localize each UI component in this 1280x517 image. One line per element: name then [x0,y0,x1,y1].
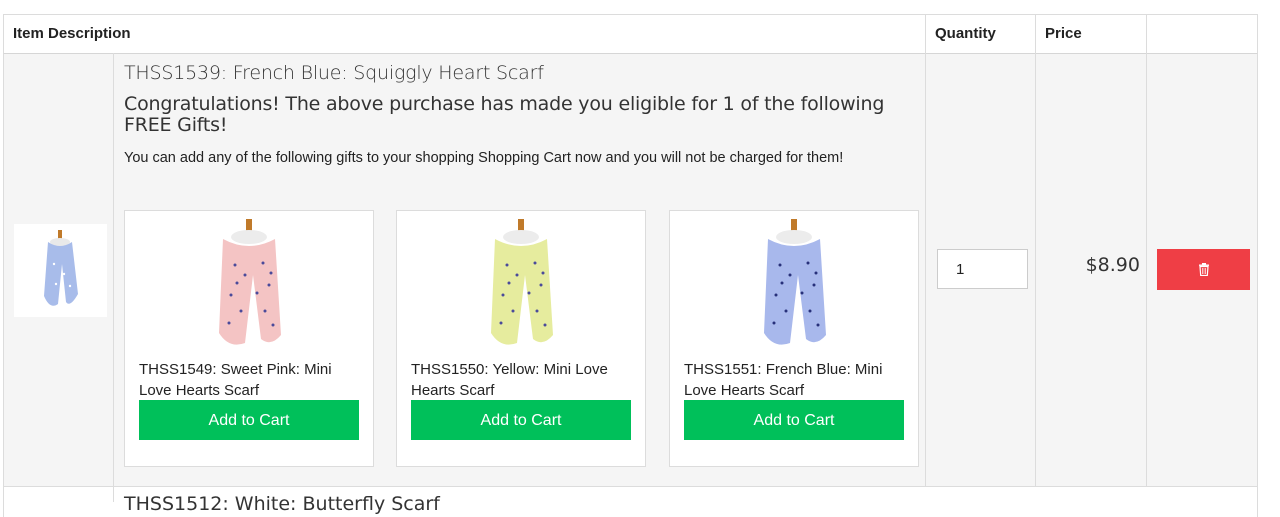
column-divider [113,53,114,487]
gift-card: THSS1550: Yellow: Mini Love Hearts Scarf… [396,210,646,467]
header-quantity: Quantity [935,25,996,42]
trash-icon [1198,263,1209,276]
header-item-description: Item Description [13,25,131,42]
quantity-input[interactable] [937,249,1028,289]
free-gift-note: You can add any of the following gifts t… [124,150,844,166]
column-divider [1035,14,1036,502]
gift-card: THSS1551: French Blue: Mini Love Hearts … [669,210,919,467]
item-title: THSS1512: White: Butterfly Scarf [124,493,440,515]
free-gift-message: Congratulations! The above purchase has … [124,93,885,136]
gift-card: THSS1549: Sweet Pink: Mini Love Hearts S… [124,210,374,467]
column-divider [925,14,926,502]
scarf-thumbnail[interactable] [14,224,107,317]
gift-scarf-image [455,215,587,347]
gift-scarf-image [183,215,315,347]
cart-table-header: Item Description Quantity Price [3,14,1258,55]
gift-scarf-image [728,215,860,347]
gift-name: THSS1551: French Blue: Mini Love Hearts … [684,361,883,399]
item-title: THSS1539: French Blue: Squiggly Heart Sc… [124,62,544,84]
cart-item-row: THSS1512: White: Butterfly Scarf [3,487,1258,517]
add-to-cart-button[interactable]: Add to Cart [139,400,359,440]
header-price: Price [1045,25,1082,42]
add-to-cart-button[interactable]: Add to Cart [411,400,631,440]
add-to-cart-button[interactable]: Add to Cart [684,400,904,440]
column-divider [1146,14,1147,502]
cart-item-row: THSS1539: French Blue: Squiggly Heart Sc… [3,54,1258,487]
gift-name: THSS1549: Sweet Pink: Mini Love Hearts S… [139,361,332,399]
item-price: $8.90 [1085,254,1140,276]
gift-name: THSS1550: Yellow: Mini Love Hearts Scarf [411,361,608,399]
column-divider [113,487,114,502]
delete-item-button[interactable] [1157,249,1250,290]
